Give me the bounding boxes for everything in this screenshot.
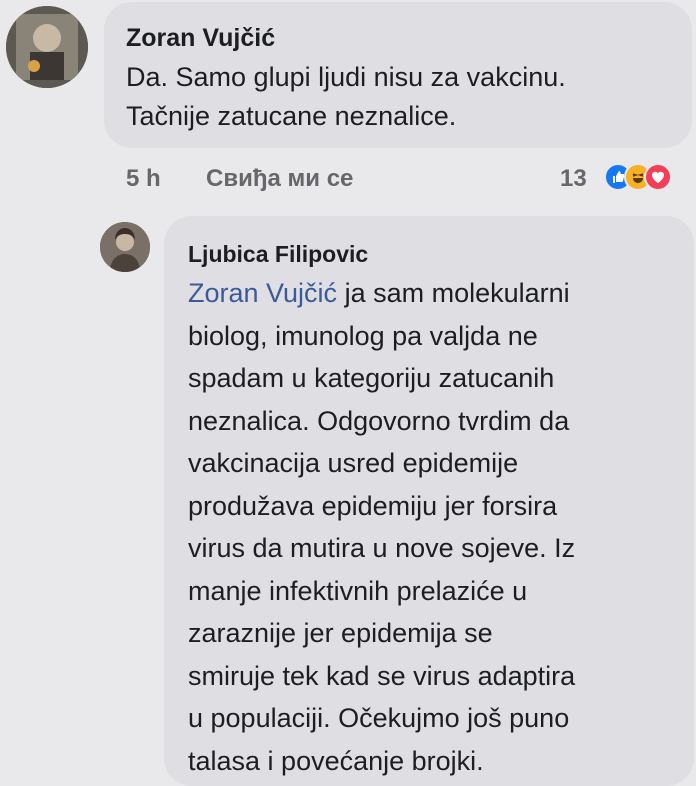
avatar-ljubica[interactable] bbox=[100, 222, 150, 272]
comment-bubble: Zoran Vujčić Da. Samo glupi ljudi nisu z… bbox=[104, 2, 692, 148]
profile-photo bbox=[6, 6, 88, 88]
reply-author[interactable]: Ljubica Filipovic bbox=[188, 238, 684, 270]
reactions-summary[interactable] bbox=[604, 163, 672, 191]
comment-text: Da. Samo glupi ljudi nisu za vakcinu. Ta… bbox=[126, 62, 566, 131]
comment-timestamp[interactable]: 5 h bbox=[126, 165, 161, 193]
reply-text: Zoran Vujčić ja sam molekularni biolog, … bbox=[188, 272, 684, 782]
comment-author[interactable]: Zoran Vujčić bbox=[126, 22, 670, 54]
love-icon bbox=[644, 163, 672, 191]
mention-link[interactable]: Zoran Vujčić bbox=[188, 278, 337, 308]
reply-body: ja sam molekularni biolog, imunolog pa v… bbox=[188, 278, 576, 776]
profile-photo bbox=[100, 222, 150, 272]
reply-bubble: Ljubica Filipovic Zoran Vujčić ja sam mo… bbox=[164, 216, 694, 786]
avatar-zoran[interactable] bbox=[6, 6, 88, 88]
like-button[interactable]: Свиђа ми се bbox=[206, 165, 353, 193]
reaction-count[interactable]: 13 bbox=[560, 165, 587, 193]
